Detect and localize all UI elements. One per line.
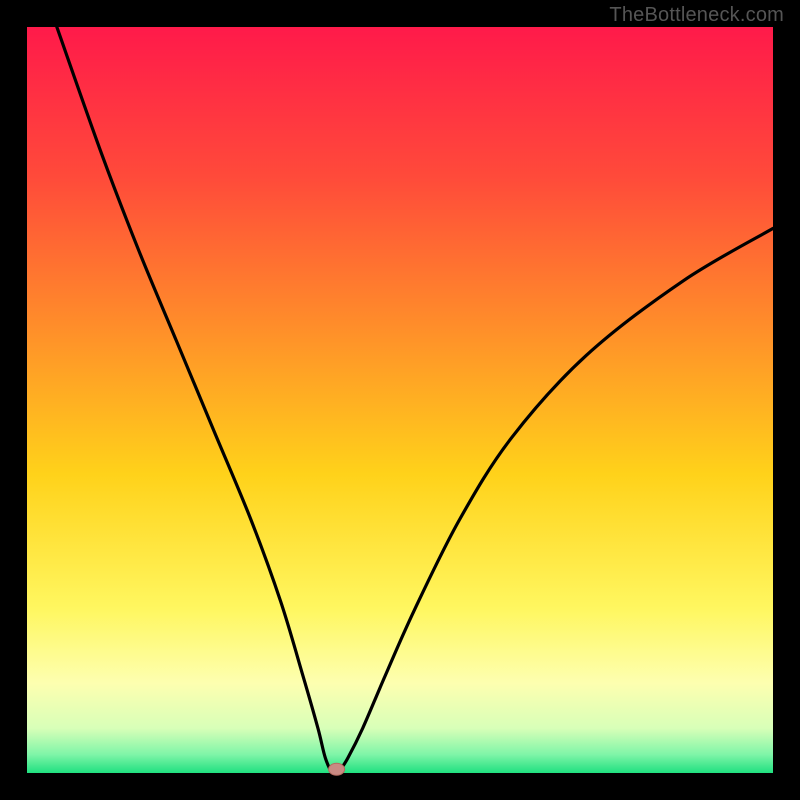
- optimal-point-marker: [329, 763, 345, 775]
- plot-area: [27, 27, 773, 773]
- chart-container: TheBottleneck.com: [0, 0, 800, 800]
- watermark-text: TheBottleneck.com: [609, 4, 784, 27]
- bottleneck-chart: [0, 0, 800, 800]
